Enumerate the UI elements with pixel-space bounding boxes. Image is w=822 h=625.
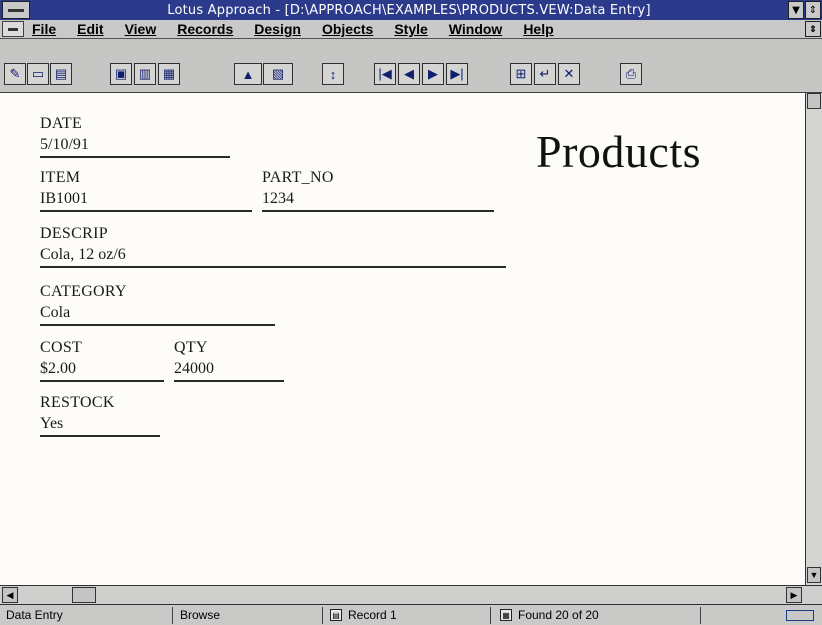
field-restock[interactable]: RESTOCK Yes [40,393,160,437]
window-title: Lotus Approach - [D:\APPROACH\EXAMPLES\P… [167,2,651,18]
field-underline [40,435,160,437]
field-descrip[interactable]: DESCRIP Cola, 12 oz/6 [40,224,506,268]
horizontal-scroll-thumb[interactable] [72,587,96,603]
vertical-scrollbar[interactable]: ▼ [805,93,822,585]
menu-help[interactable]: Help [523,21,553,37]
field-label: RESTOCK [40,394,115,411]
field-label: QTY [174,339,208,356]
field-label: PART_NO [262,169,334,186]
found-icon: ▦ [500,609,512,621]
field-value[interactable]: 24000 [174,358,284,380]
restore-icon: ⇕ [809,23,817,34]
field-value[interactable]: IB1001 [40,188,252,210]
arrow-down-icon: ▼ [792,4,800,16]
status-record[interactable]: ▤ Record 1 [330,608,397,622]
field-category[interactable]: CATEGORY Cola [40,282,275,326]
join-icon[interactable]: ▧ [263,63,293,85]
print-icon[interactable]: ⎙ [620,63,642,85]
status-mode[interactable]: Browse [180,608,220,622]
field-underline [40,324,275,326]
last-record-icon[interactable]: ▶| [446,63,468,85]
menu-window[interactable]: Window [449,21,503,37]
prev-record-icon[interactable]: ◀ [398,63,420,85]
field-date[interactable]: DATE 5/10/91 [40,114,230,158]
menu-edit[interactable]: Edit [77,21,103,37]
menu-style[interactable]: Style [394,21,427,37]
field-underline [40,380,164,382]
field-item[interactable]: ITEM IB1001 [40,168,252,212]
scroll-right-arrow-icon[interactable]: ▶ [786,587,802,603]
scroll-down-arrow-icon[interactable]: ▼ [807,567,821,583]
menu-view[interactable]: View [125,21,157,37]
status-divider [490,607,491,624]
field-part-no[interactable]: PART_NO 1234 [262,168,494,212]
scroll-left-arrow-icon[interactable]: ◀ [2,587,18,603]
first-record-icon[interactable]: |◀ [374,63,396,85]
field-underline [40,266,506,268]
browse-icon[interactable]: ▥ [134,63,156,85]
worksheet-icon[interactable]: ▦ [158,63,180,85]
field-value[interactable]: 1234 [262,188,494,210]
field-underline [40,210,252,212]
delete-record-icon[interactable]: ✕ [558,63,580,85]
field-label: DESCRIP [40,225,108,242]
menu-bar: File Edit View Records Design Objects St… [0,20,822,39]
status-divider [700,607,701,624]
folder-icon[interactable]: ▤ [50,63,72,85]
field-underline [262,210,494,212]
menu-file[interactable]: File [32,21,56,37]
menu-design[interactable]: Design [254,21,301,37]
status-view[interactable]: Data Entry [6,608,63,622]
field-label: CATEGORY [40,283,127,300]
field-underline [40,156,230,158]
toolbar: ✎ ▭ ▤ ▣ ▥ ▦ ▲ ▧ ↕ |◀ ◀ ▶ ▶| ⊞ ↵ ✕ ⎙ [0,39,822,93]
find-icon[interactable]: ↕ [322,63,344,85]
open-icon[interactable]: ✎ [4,63,26,85]
menu-records[interactable]: Records [177,21,233,37]
title-bar: Lotus Approach - [D:\APPROACH\EXAMPLES\P… [0,0,822,20]
field-label: COST [40,339,83,356]
vertical-scroll-thumb[interactable] [807,93,821,109]
new-record-icon[interactable]: ⊞ [510,63,532,85]
status-bar: Data Entry Browse ▤ Record 1 ▦ Found 20 … [0,604,822,625]
status-divider [322,607,323,624]
field-qty[interactable]: QTY 24000 [174,338,284,382]
enter-icon[interactable]: ↵ [534,63,556,85]
field-underline [174,380,284,382]
restore-icon: ⇕ [808,4,818,16]
print-preview-icon[interactable]: ▣ [110,63,132,85]
status-divider [172,607,173,624]
form-title: Products [536,126,701,177]
document-restore-button[interactable]: ⇕ [805,21,821,37]
field-value[interactable]: Yes [40,413,160,435]
keyboard-indicator-icon [786,608,814,622]
field-label: ITEM [40,169,81,186]
field-value[interactable]: Cola, 12 oz/6 [40,244,506,266]
minimize-button[interactable]: ▼ [788,1,804,19]
field-label: DATE [40,115,83,132]
document-system-menu-button[interactable] [2,21,24,37]
record-icon: ▤ [330,609,342,621]
horizontal-scrollbar[interactable]: ◀ ▶ [0,585,822,604]
menu-objects[interactable]: Objects [322,21,373,37]
next-record-icon[interactable]: ▶ [422,63,444,85]
field-value[interactable]: Cola [40,302,275,324]
new-icon[interactable]: ▭ [27,63,49,85]
field-cost[interactable]: COST $2.00 [40,338,164,382]
system-menu-button[interactable] [2,1,30,19]
field-value[interactable]: $2.00 [40,358,164,380]
sort-icon[interactable]: ▲ [234,63,262,85]
status-found[interactable]: ▦ Found 20 of 20 [500,608,599,622]
restore-button[interactable]: ⇕ [805,1,821,19]
field-value[interactable]: 5/10/91 [40,134,230,156]
